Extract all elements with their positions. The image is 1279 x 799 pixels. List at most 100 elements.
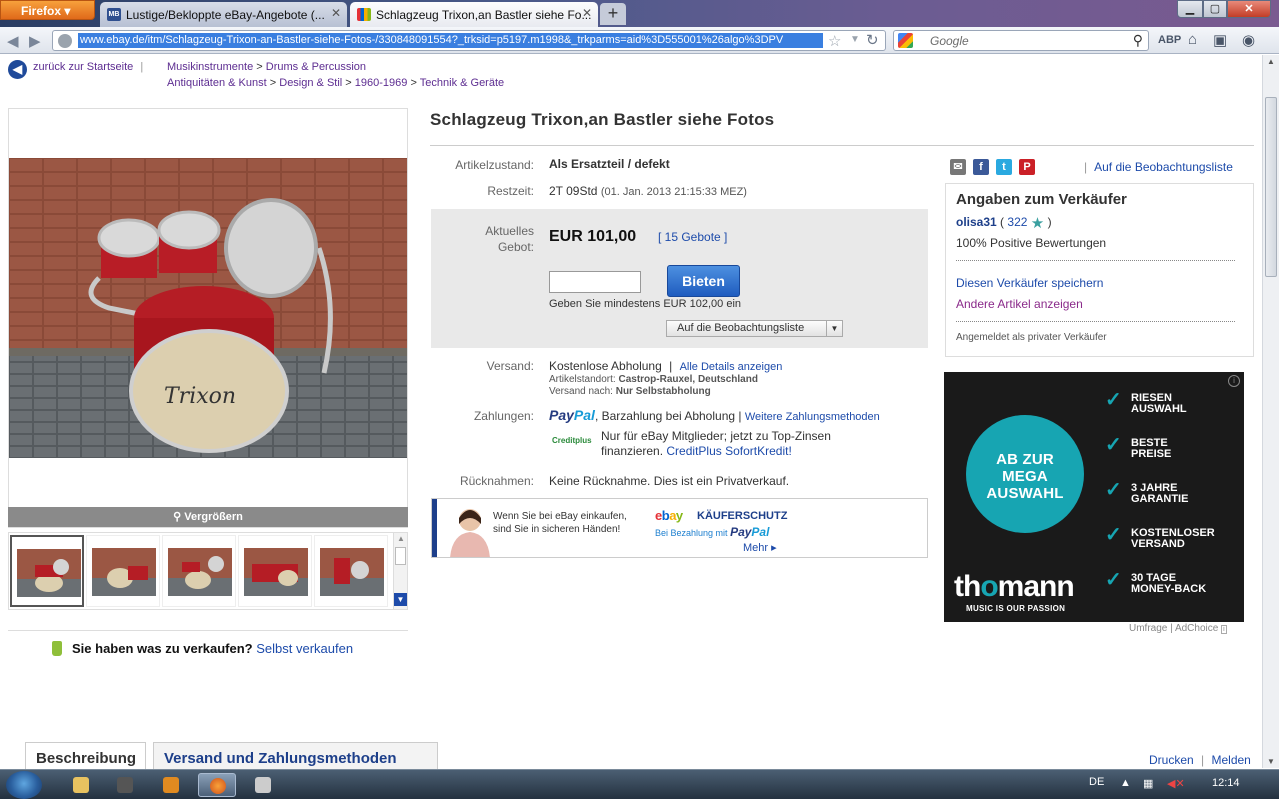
new-tab-button[interactable]: +	[600, 3, 626, 25]
sell-prompt: Sie haben was zu verkaufen? Selbst verka…	[52, 641, 353, 656]
bid-hint: Geben Sie mindestens EUR 102,00 ein	[549, 298, 742, 310]
thumbnail-4[interactable]	[238, 535, 312, 607]
network-icon[interactable]: ▦	[1143, 777, 1153, 790]
window-minimize-button[interactable]: ▁	[1177, 0, 1203, 18]
watchlist-link[interactable]: Auf die Beobachtungsliste	[1094, 160, 1233, 174]
scroll-up-icon[interactable]: ▲	[397, 534, 405, 543]
more-link[interactable]: Mehr ▸	[743, 541, 777, 554]
thumbnail-strip: ▲ ▼	[8, 532, 408, 610]
breadcrumb-1960-1969[interactable]: 1960-1969	[355, 77, 408, 89]
scroll-down-icon[interactable]: ▼	[1267, 757, 1275, 766]
breadcrumb-technik-geraete[interactable]: Technik & Geräte	[420, 77, 504, 89]
language-indicator[interactable]: DE	[1089, 776, 1104, 788]
scroll-up-icon[interactable]: ▲	[1267, 57, 1275, 66]
search-bar[interactable]: Google ⚲	[893, 30, 1149, 51]
search-placeholder: Google	[930, 34, 969, 48]
adblock-icon[interactable]: ABP	[1158, 34, 1181, 46]
window-close-button[interactable]: ✕	[1227, 0, 1271, 18]
url-history-dropdown-icon[interactable]: ▼	[850, 34, 860, 45]
bid-amount-input[interactable]	[549, 271, 641, 293]
tab-schlagzeug-trixon[interactable]: Schlagzeug Trixon,an Bastler siehe Fo...…	[350, 2, 598, 27]
scrollbar-thumb[interactable]	[1265, 97, 1277, 277]
payment-label: Zahlungen:	[473, 409, 534, 423]
seller-info-box: Angaben zum Verkäufer olisa31 ( 322 ★ ) …	[945, 183, 1254, 357]
more-payment-methods-link[interactable]: Weitere Zahlungsmethoden	[745, 411, 880, 423]
window-maximize-button[interactable]: ▢	[1203, 0, 1227, 18]
shipping-details-link[interactable]: Alle Details anzeigen	[680, 361, 783, 373]
scroll-down-icon[interactable]: ▼	[394, 593, 407, 606]
tab-lustige-ebay-angebote[interactable]: MB Lustige/Bekloppte eBay-Angebote (... …	[100, 2, 347, 27]
separator: |	[669, 359, 673, 373]
taskbar-firefox[interactable]	[198, 773, 236, 797]
sell-yourself-link[interactable]: Selbst verkaufen	[256, 641, 353, 656]
firefox-menu-button[interactable]: Firefox ▾	[0, 0, 95, 20]
paypal-logo: PayPal	[549, 407, 595, 423]
seller-name-link[interactable]: olisa31	[956, 215, 997, 229]
google-engine-icon[interactable]	[898, 33, 913, 48]
add-to-watchlist-button[interactable]: Auf die Beobachtungsliste ▼	[666, 320, 843, 337]
shipping-method: Kostenlose Abholung	[549, 359, 662, 373]
site-identity-icon[interactable]	[58, 34, 72, 48]
bid-button[interactable]: Bieten	[667, 265, 740, 297]
addon-icon[interactable]: ◉	[1242, 31, 1255, 49]
bookmark-star-icon[interactable]: ☆	[828, 32, 841, 50]
chevron-down-icon[interactable]: ▼	[826, 321, 842, 336]
creditplus-link[interactable]: CreditPlus SofortKredit!	[666, 444, 791, 458]
feedback-score-link[interactable]: 322	[1007, 215, 1027, 229]
twitter-share-icon[interactable]: t	[996, 159, 1012, 175]
enlarge-button[interactable]: ⚲ Vergrößern	[8, 507, 408, 527]
reload-icon[interactable]: ↻	[866, 31, 879, 49]
main-image-frame[interactable]: Trixon	[8, 108, 408, 528]
breadcrumb-antiquitaeten[interactable]: Antiquitäten & Kunst	[167, 77, 267, 89]
buyer-protection-banner[interactable]: Wenn Sie bei eBay einkaufen, sind Sie in…	[431, 498, 928, 558]
facebook-share-icon[interactable]: f	[973, 159, 989, 175]
thomann-ad[interactable]: i AB ZUR MEGA AUSWAHL thomann MUSIC IS O…	[944, 372, 1244, 622]
volume-muted-icon[interactable]: ◀✕	[1167, 777, 1185, 790]
thumbnail-1[interactable]	[10, 535, 84, 607]
back-to-home-link[interactable]: zurück zur Startseite	[33, 61, 133, 73]
thumbnail-scroll-thumb[interactable]	[395, 547, 406, 565]
thumbnail-3[interactable]	[162, 535, 236, 607]
taskbar-calculator[interactable]	[244, 773, 282, 797]
forward-arrow-icon[interactable]: ▶	[29, 32, 41, 50]
breadcrumb-design-stil[interactable]: Design & Stil	[279, 77, 342, 89]
tab-close-icon[interactable]: ✕	[331, 6, 341, 20]
email-share-icon[interactable]: ✉	[950, 159, 966, 175]
print-link[interactable]: Drucken	[1149, 753, 1194, 767]
thumbnail-5[interactable]	[314, 535, 388, 607]
home-icon[interactable]: ⌂	[1188, 31, 1197, 48]
enlarge-label: Vergrößern	[184, 511, 243, 523]
creditplus-logo: Creditplus	[552, 436, 592, 445]
tab-close-icon[interactable]: ✕	[582, 6, 592, 20]
search-icon[interactable]: ⚲	[1133, 32, 1143, 49]
other-items-link[interactable]: Andere Artikel anzeigen	[956, 297, 1083, 311]
adchoice-link[interactable]: Umfrage | AdChoice i	[1129, 623, 1227, 634]
tab-shipping-payment[interactable]: Versand und Zahlungsmethoden	[153, 742, 438, 770]
back-arrow-icon[interactable]: ◀	[8, 60, 27, 79]
drum-kit-photo[interactable]: Trixon	[9, 158, 407, 458]
taskbar-media-player[interactable]	[152, 773, 190, 797]
url-bar[interactable]: www.ebay.de/itm/Schlagzeug-Trixon-an-Bas…	[52, 30, 886, 51]
taskbar-explorer[interactable]	[62, 773, 100, 797]
bid-count-link[interactable]: [ 15 Gebote ]	[658, 230, 727, 244]
breadcrumb-drums-percussion[interactable]: Drums & Percussion	[266, 61, 366, 73]
footer-links: Drucken | Melden	[1149, 753, 1251, 767]
taskbar-app[interactable]	[106, 773, 144, 797]
thumbnail-2[interactable]	[86, 535, 160, 607]
bookmarks-menu-icon[interactable]: ▣	[1213, 31, 1227, 49]
save-seller-link[interactable]: Diesen Verkäufer speichern	[956, 276, 1103, 290]
breadcrumb-musikinstrumente[interactable]: Musikinstrumente	[167, 61, 253, 73]
back-arrow-icon[interactable]: ◀	[7, 32, 19, 50]
url-text[interactable]: www.ebay.de/itm/Schlagzeug-Trixon-an-Bas…	[78, 33, 823, 48]
page-scrollbar[interactable]: ▲ ▼	[1262, 55, 1279, 768]
pinterest-share-icon[interactable]: P	[1019, 159, 1035, 175]
report-link[interactable]: Melden	[1212, 753, 1251, 767]
tab-description[interactable]: Beschreibung	[25, 742, 146, 770]
thumbnail-scrollbar[interactable]: ▲ ▼	[393, 533, 407, 609]
clock[interactable]: 12:14	[1212, 777, 1240, 789]
payment-methods: PayPal, Barzahlung bei Abholung | Weiter…	[549, 407, 880, 423]
start-button[interactable]	[6, 771, 42, 799]
firefox-menu-label: Firefox	[21, 4, 62, 18]
ad-info-icon[interactable]: i	[1228, 375, 1240, 387]
tray-arrow-icon[interactable]: ▲	[1120, 777, 1131, 789]
